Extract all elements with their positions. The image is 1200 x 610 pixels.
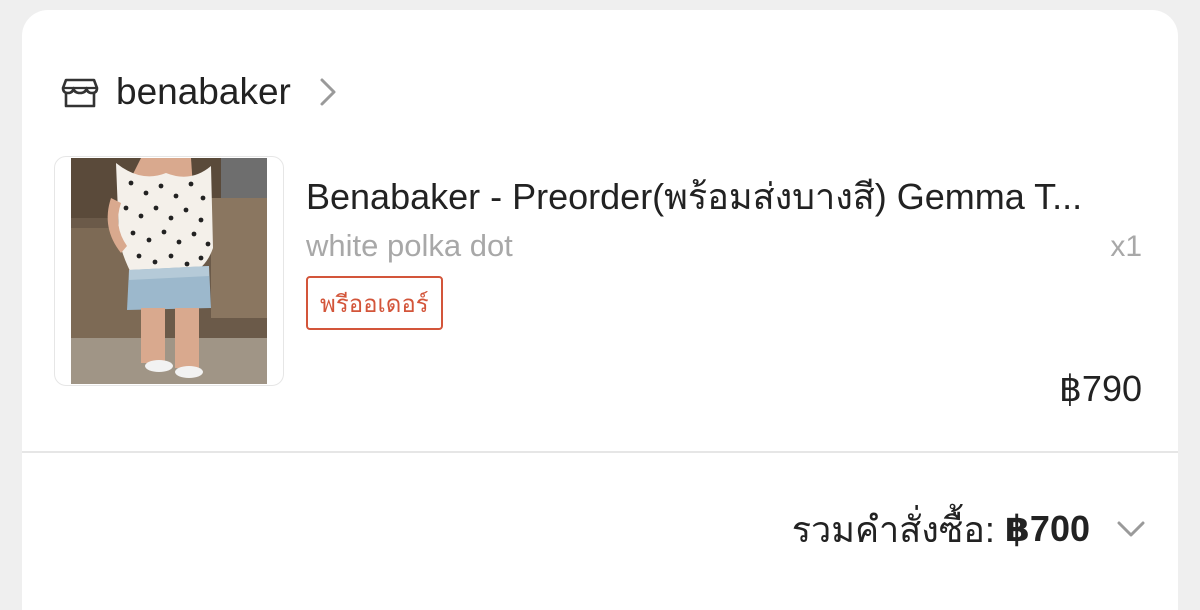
product-photo — [71, 158, 267, 384]
product-title[interactable]: Benabaker - Preorder(พร้อมส่งบางสี) Gemm… — [306, 168, 1146, 225]
product-thumbnail[interactable] — [54, 156, 284, 386]
order-total-row[interactable]: รวมคำสั่งซื้อ: ฿700 — [792, 504, 1146, 554]
chevron-right-icon[interactable] — [317, 77, 339, 107]
store-icon — [60, 72, 100, 112]
product-price: ฿790 — [1059, 368, 1142, 409]
product-variant: white polka dot — [306, 228, 513, 263]
divider — [22, 451, 1178, 453]
shop-name[interactable]: benabaker — [116, 71, 291, 113]
product-quantity: x1 — [1110, 230, 1142, 263]
chevron-down-icon[interactable] — [1116, 519, 1146, 539]
order-card: benabaker Benabaker - Preorder(พร้อมส่งบ… — [22, 10, 1178, 610]
order-total-label: รวมคำสั่งซื้อ: — [791, 508, 995, 550]
order-total-value: ฿700 — [1004, 508, 1090, 549]
preorder-badge: พรีออเดอร์ — [306, 276, 443, 330]
shop-header[interactable]: benabaker — [60, 60, 339, 124]
